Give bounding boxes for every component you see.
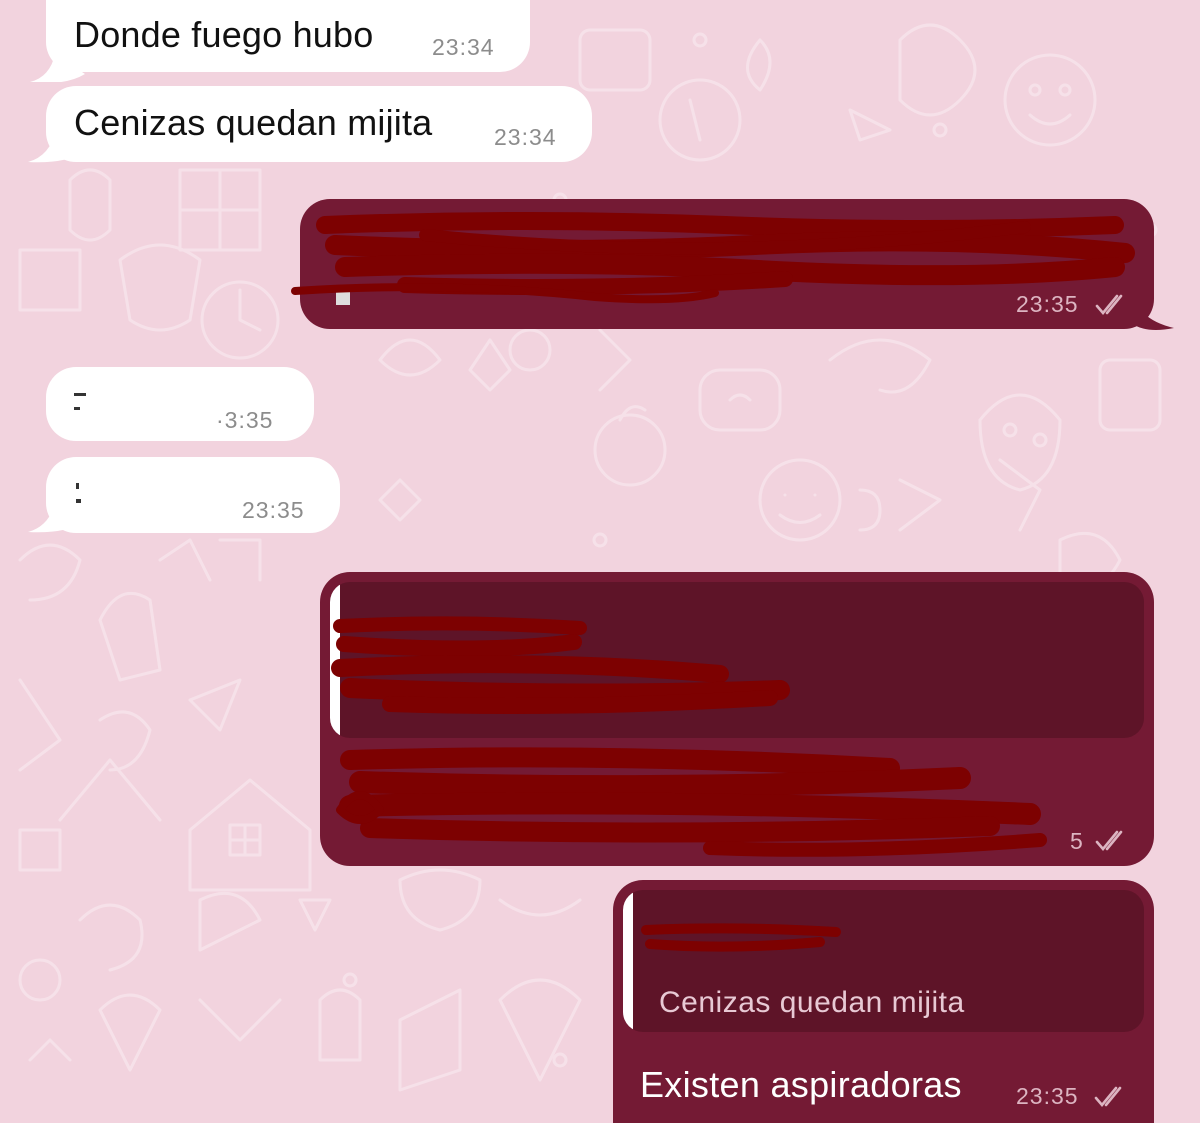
incoming-message[interactable]: ·3:35 <box>46 367 314 441</box>
message-timestamp: 23:35 <box>242 497 305 523</box>
redaction-scribble <box>331 616 1047 857</box>
redaction-scribble <box>291 212 1135 304</box>
reply-quote-bar <box>623 890 633 1032</box>
reply-quote-text: Cenizas quedan mijita <box>659 986 965 1019</box>
redacted-text-fragment <box>76 499 81 503</box>
outgoing-message[interactable]: Cenizas quedan mijita Existen aspiradora… <box>613 880 1154 1123</box>
redaction-scribble <box>641 923 841 952</box>
double-check-icon <box>1095 830 1123 852</box>
chat-background: Donde fuego hubo 23:34 Cenizas quedan mi… <box>0 0 1200 1123</box>
message-text: Existen aspiradoras <box>640 1064 962 1105</box>
message-timestamp: 23:35 <box>1016 1083 1079 1109</box>
message-timestamp: ·3:35 <box>216 407 274 433</box>
redacted-text-fragment <box>74 393 86 396</box>
incoming-message[interactable]: 23:35 <box>46 457 340 533</box>
incoming-message[interactable]: Cenizas quedan mijita 23:34 <box>46 86 592 162</box>
reply-quote[interactable]: Cenizas quedan mijita <box>623 890 1144 1032</box>
message-timestamp: 23:34 <box>494 124 557 150</box>
message-text: Cenizas quedan mijita <box>74 102 433 143</box>
redacted-text-fragment <box>76 483 79 489</box>
message-text: Donde fuego hubo <box>74 14 374 55</box>
double-check-icon <box>1094 1086 1122 1108</box>
redacted-text-fragment <box>74 407 80 410</box>
message-timestamp: 23:34 <box>432 34 495 60</box>
incoming-message[interactable]: Donde fuego hubo 23:34 <box>46 0 530 72</box>
